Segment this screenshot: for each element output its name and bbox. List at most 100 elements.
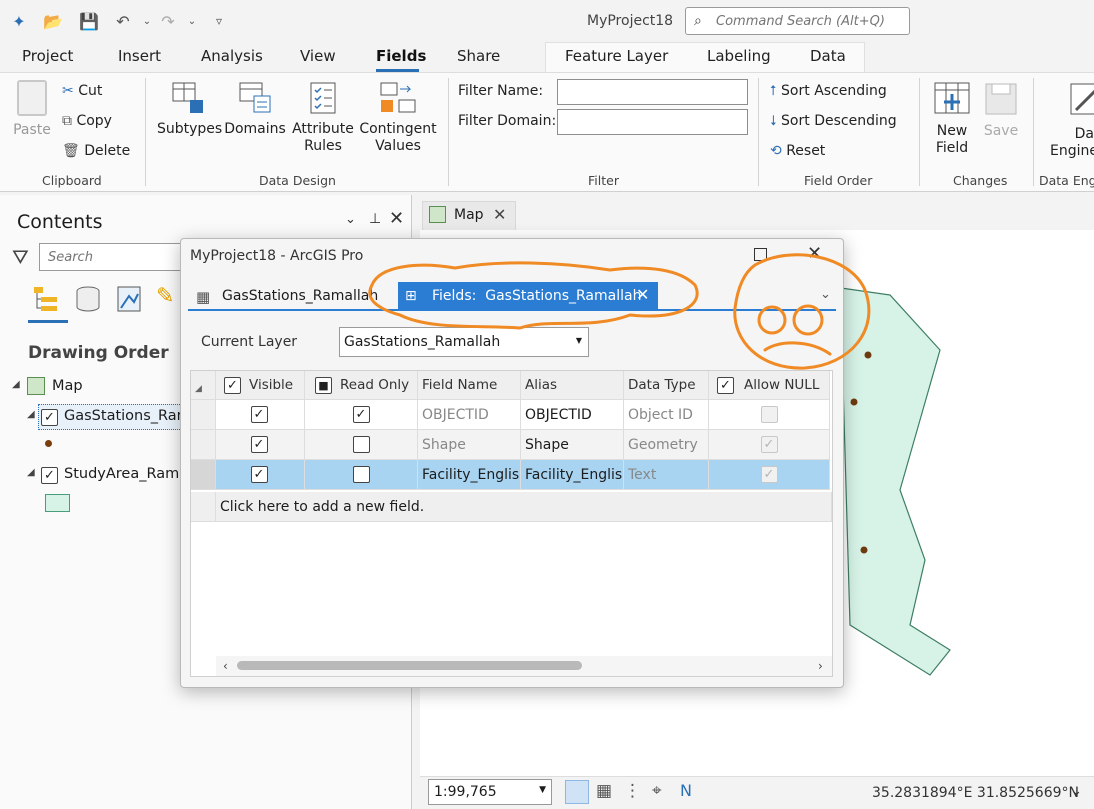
field-name-cell[interactable]: Facility_English — [418, 460, 521, 490]
tab-project[interactable]: Project — [22, 47, 73, 65]
visible-checkbox[interactable]: ✓ — [250, 466, 268, 483]
list-by-source-icon[interactable] — [74, 284, 102, 318]
delete-button[interactable]: 🗑 Delete — [62, 143, 130, 159]
scroll-right-icon[interactable]: › — [818, 659, 823, 673]
contents-search-input[interactable] — [39, 243, 189, 271]
col-visible-label: Visible — [249, 377, 294, 393]
read-only-checkbox[interactable] — [352, 466, 370, 483]
layer1-visibility-checkbox[interactable]: ✓ — [41, 409, 58, 426]
copy-button[interactable]: ⧉ Copy — [62, 113, 112, 129]
tab-data[interactable]: Data — [810, 47, 846, 65]
table-row[interactable]: ✓ — [216, 430, 305, 460]
close-map-tab-icon[interactable]: ✕ — [493, 205, 506, 224]
table-row-selected[interactable]: ✓ — [216, 460, 305, 490]
grid-icon[interactable]: ⌖ — [652, 781, 662, 801]
pin-icon[interactable]: ⊥ — [369, 211, 381, 227]
tab-view[interactable]: View — [300, 47, 336, 65]
attribute-rules-button[interactable]: Attribute Rules — [292, 80, 354, 155]
field-name-cell[interactable]: OBJECTID — [418, 400, 521, 430]
tab-labeling[interactable]: Labeling — [707, 47, 771, 65]
new-field-button[interactable]: New Field — [928, 80, 976, 157]
map-node-label[interactable]: Map — [52, 378, 83, 394]
redo-icon[interactable]: ↷ — [157, 10, 179, 32]
allow-null-cell[interactable] — [709, 400, 830, 430]
read-only-checkbox[interactable]: ✓ — [352, 406, 370, 423]
select-all-corner[interactable]: ◢ — [191, 371, 216, 400]
list-by-editing-icon[interactable]: ✎ — [156, 284, 174, 309]
domains-button[interactable]: Domains — [224, 80, 286, 138]
tab-feature-layer[interactable]: Feature Layer — [565, 47, 668, 65]
add-new-field-row[interactable]: Click here to add a new field. — [216, 492, 832, 522]
filter-domain-input[interactable] — [557, 109, 748, 135]
save-button[interactable]: Save — [980, 80, 1022, 140]
scrollbar-thumb[interactable] — [237, 661, 582, 670]
coordinates-dropdown-icon[interactable]: ⌄ — [1071, 784, 1082, 799]
open-project-icon[interactable]: 📂 — [42, 10, 64, 32]
expand-layer1-icon[interactable]: ◢ — [27, 409, 35, 420]
allow-null-checkbox[interactable]: ✓ — [760, 436, 778, 453]
reset-button[interactable]: ⟲ Reset — [770, 143, 825, 159]
layer2-name[interactable]: StudyArea_Ramal — [64, 466, 184, 482]
navigation-tool-icon[interactable] — [565, 780, 589, 804]
sort-descending-button[interactable]: ⭣ Sort Descending — [770, 113, 897, 129]
pane-options-icon[interactable]: ⌄ — [345, 212, 356, 227]
cut-button[interactable]: ✂ Cut — [62, 83, 102, 99]
layer1-name[interactable]: GasStations_Rama — [64, 408, 184, 424]
close-pane-icon[interactable]: ✕ — [389, 208, 404, 229]
paste-button[interactable]: Paste — [10, 80, 54, 139]
read-only-header-checkbox[interactable]: ■ — [315, 376, 332, 394]
read-only-cell[interactable] — [305, 460, 418, 490]
sort-ascending-button[interactable]: ⭡ Sort Ascending — [770, 83, 887, 99]
tab-fields[interactable]: Fields — [376, 47, 426, 65]
allow-null-checkbox[interactable]: ✓ — [760, 466, 778, 483]
subtypes-button[interactable]: Subtypes — [157, 80, 222, 138]
data-type-cell[interactable]: Geometry — [624, 430, 709, 460]
contingent-values-button[interactable]: Contingent Values — [359, 80, 437, 155]
allow-null-checkbox[interactable] — [760, 406, 778, 423]
alias-cell[interactable]: Shape — [521, 430, 624, 460]
undo-dropdown-icon[interactable]: ⌄ — [136, 10, 158, 32]
filter-icon[interactable]: ⛛ — [12, 245, 29, 269]
table-icon[interactable]: ▦ — [596, 781, 612, 801]
customize-toolbar-icon[interactable]: ▿ — [208, 10, 230, 32]
undo-icon[interactable]: ↶ — [112, 10, 134, 32]
field-name-cell[interactable]: Shape — [418, 430, 521, 460]
dialog-tab-table[interactable]: GasStations_Ramallah — [222, 288, 378, 304]
allow-null-cell[interactable]: ✓ — [709, 430, 830, 460]
read-only-cell[interactable]: ✓ — [305, 400, 418, 430]
scroll-left-icon[interactable]: ‹ — [223, 659, 228, 673]
row-header-selected[interactable] — [191, 460, 216, 490]
row-header[interactable] — [191, 400, 216, 430]
allow-null-cell[interactable]: ✓ — [709, 460, 830, 490]
new-project-icon[interactable]: ✦ — [8, 10, 30, 32]
col-visible-header[interactable]: ✓ Visible — [216, 371, 305, 400]
alias-cell[interactable]: OBJECTID — [521, 400, 624, 430]
visible-checkbox[interactable]: ✓ — [250, 436, 268, 453]
filter-name-input[interactable] — [557, 79, 748, 105]
expand-map-icon[interactable]: ◢ — [12, 379, 20, 390]
list-by-selection-icon[interactable] — [115, 284, 143, 318]
data-type-cell[interactable]: Object ID — [624, 400, 709, 430]
alias-cell[interactable]: Facility_English — [521, 460, 624, 490]
save-project-icon[interactable]: 💾 — [78, 10, 100, 32]
visible-header-checkbox[interactable]: ✓ — [224, 376, 241, 394]
visible-checkbox[interactable]: ✓ — [250, 406, 268, 423]
field-order-group-label: Field Order — [804, 173, 873, 188]
data-type-cell[interactable]: Text — [624, 460, 709, 490]
data-engineering-button[interactable]: Da Engine — [1050, 126, 1094, 160]
tab-share[interactable]: Share — [457, 47, 500, 65]
redo-dropdown-icon[interactable]: ⌄ — [181, 10, 203, 32]
tab-insert[interactable]: Insert — [118, 47, 161, 65]
snapping-icon[interactable]: ⋮ — [624, 781, 641, 801]
command-search-input[interactable] — [685, 7, 910, 35]
row-header[interactable] — [191, 430, 216, 460]
list-by-drawing-order-icon[interactable] — [31, 284, 61, 318]
read-only-checkbox[interactable] — [352, 436, 370, 453]
expand-layer2-icon[interactable]: ◢ — [27, 467, 35, 478]
scale-selector[interactable]: 1:99,765 ▼ — [428, 779, 552, 805]
layer2-visibility-checkbox[interactable]: ✓ — [41, 467, 58, 484]
read-only-cell[interactable] — [305, 430, 418, 460]
table-row[interactable]: ✓ — [216, 400, 305, 430]
north-arrow-icon[interactable]: N — [680, 781, 692, 800]
tab-analysis[interactable]: Analysis — [201, 47, 263, 65]
